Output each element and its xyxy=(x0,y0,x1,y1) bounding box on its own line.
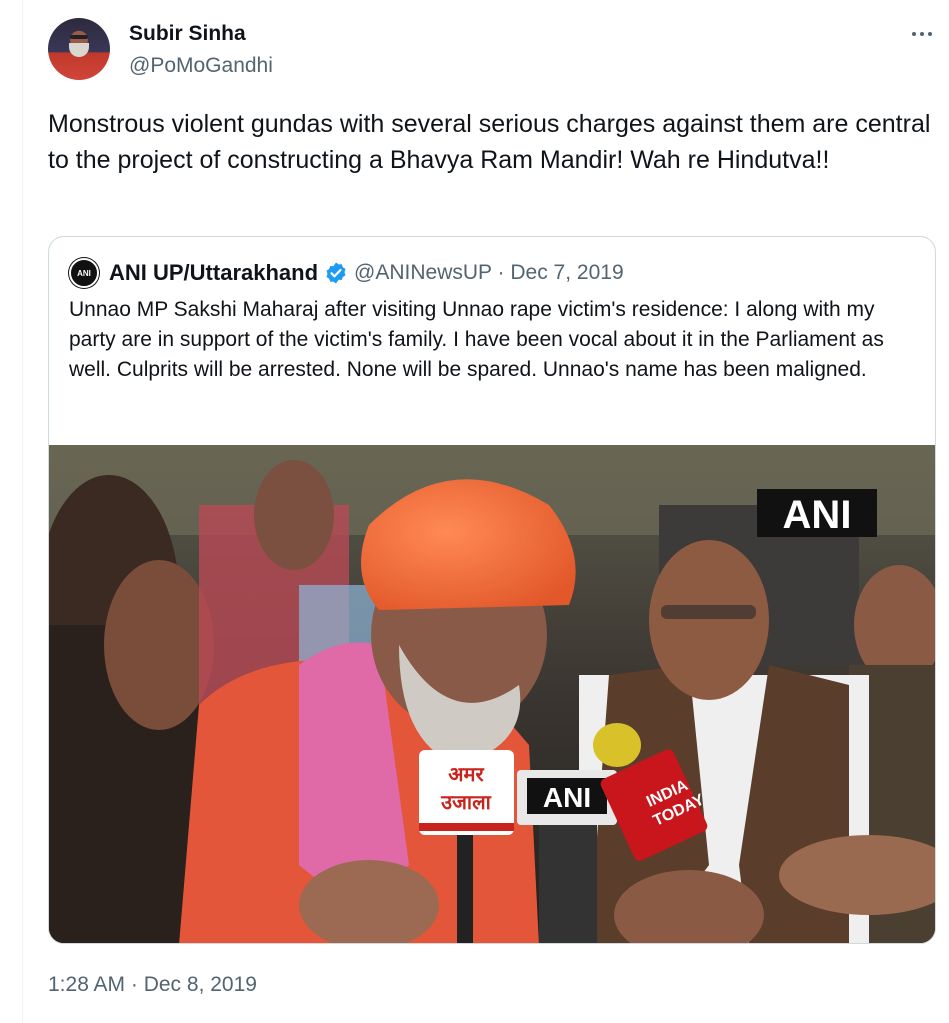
quoted-avatar-logo[interactable]: ANI xyxy=(69,258,99,288)
quoted-tweet-header: ANI ANI UP/Uttarakhand @ANINewsUP · Dec … xyxy=(69,258,624,288)
quoted-tweet[interactable]: ANI ANI UP/Uttarakhand @ANINewsUP · Dec … xyxy=(48,236,936,944)
more-options-icon[interactable] xyxy=(906,24,938,44)
mic-label-3: ANI xyxy=(543,782,591,813)
quoted-author-handle[interactable]: @ANINewsUP xyxy=(354,261,492,284)
tweet-text: Monstrous violent gundas with several se… xyxy=(48,110,931,174)
mic-label-1: अमर xyxy=(448,762,484,786)
media-photo: ANI अमर उजाला ANI INDIA TODAY xyxy=(49,445,935,943)
quoted-date[interactable]: Dec 7, 2019 xyxy=(510,261,623,284)
mic-label-2: उजाला xyxy=(440,790,492,814)
quoted-tweet-text: Unnao MP Sakshi Maharaj after visiting U… xyxy=(69,298,884,381)
author-avatar[interactable] xyxy=(48,18,110,80)
ani-watermark: ANI xyxy=(783,493,852,537)
author-name[interactable]: Subir Sinha xyxy=(129,20,246,48)
verified-badge-icon xyxy=(326,262,346,284)
author-handle[interactable]: @PoMoGandhi xyxy=(129,52,273,80)
quoted-author-name[interactable]: ANI UP/Uttarakhand xyxy=(109,260,318,286)
quoted-media-image[interactable]: ANI अमर उजाला ANI INDIA TODAY xyxy=(49,445,935,943)
meta-separator: · xyxy=(497,261,505,284)
tweet-timestamp[interactable]: 1:28 AM · Dec 8, 2019 xyxy=(48,970,257,1000)
left-divider xyxy=(22,0,23,1023)
